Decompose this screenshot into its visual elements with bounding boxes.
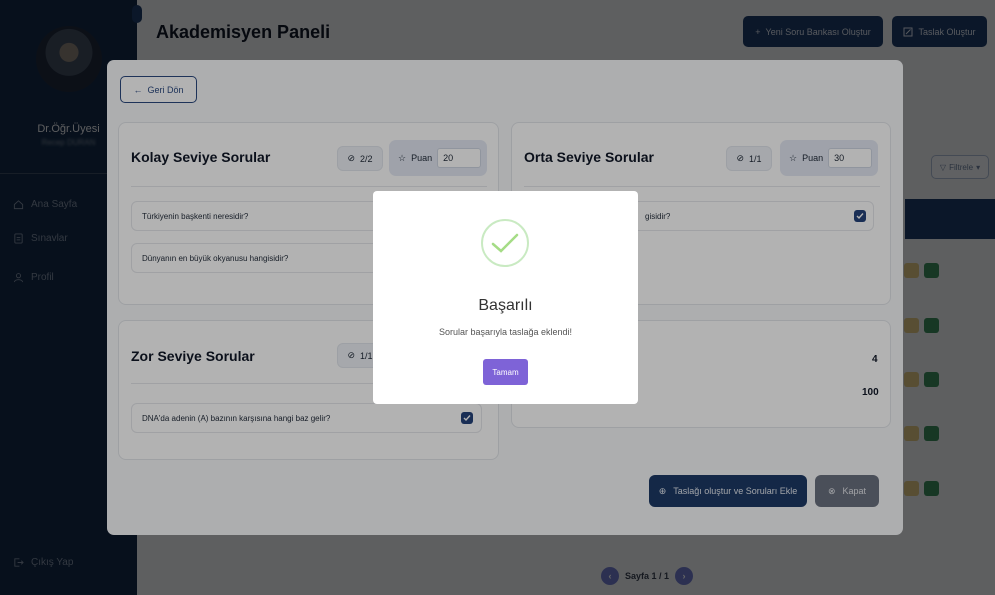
alert-title: Başarılı bbox=[478, 297, 533, 314]
success-alert: Başarılı Sorular başarıyla taslağa eklen… bbox=[373, 191, 638, 404]
success-check-icon bbox=[481, 219, 529, 267]
ok-button[interactable]: Tamam bbox=[483, 359, 528, 385]
alert-message: Sorular başarıyla taslağa eklendi! bbox=[438, 327, 573, 337]
